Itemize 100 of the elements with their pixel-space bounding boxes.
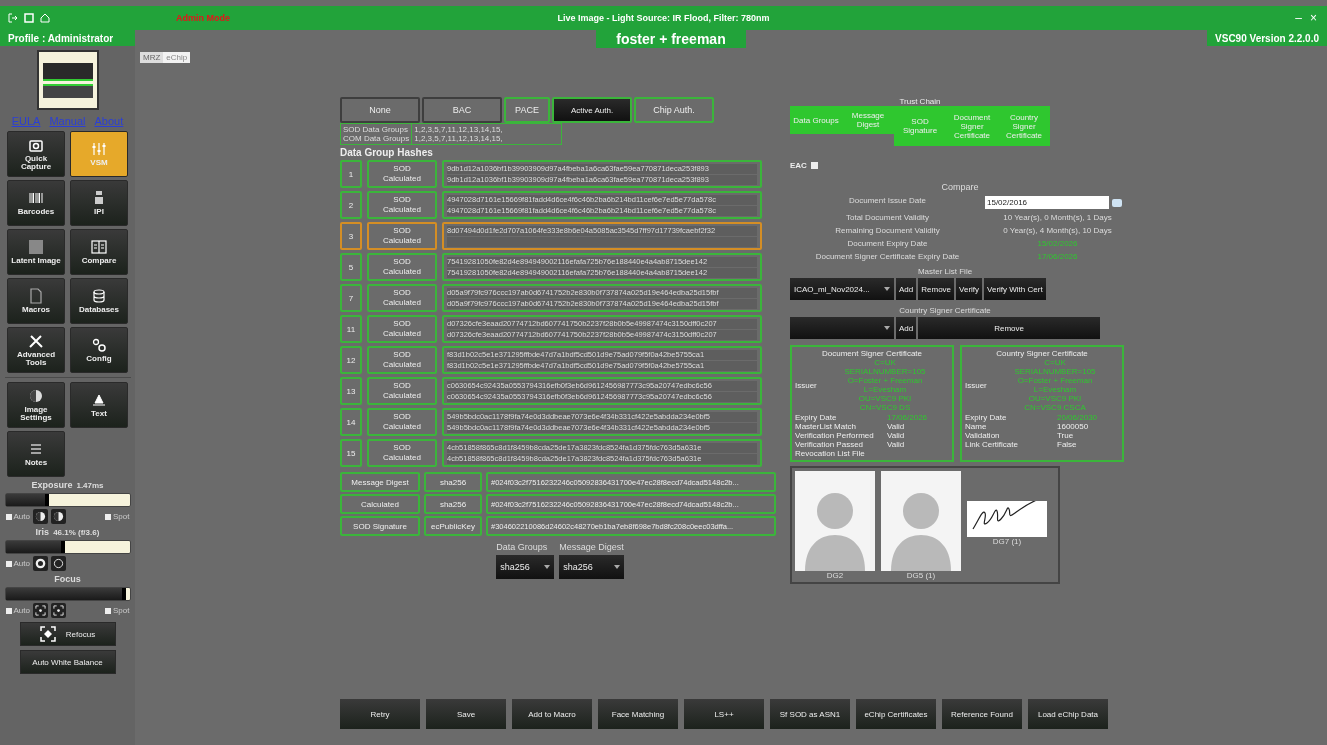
eac-checkbox[interactable]: EAC [790,161,818,170]
tool-button[interactable]: Notes [7,431,65,477]
slider-track[interactable] [4,540,131,554]
action-button[interactable]: Save [426,699,506,729]
action-button[interactable]: Reference Found [942,699,1022,729]
group-number: 5 [340,253,362,281]
tool-button[interactable]: Macros [7,278,65,324]
square-icon [28,238,44,255]
country-signer-button[interactable]: Remove [918,317,1100,339]
caret-icon [884,287,890,291]
slider-track[interactable] [4,493,131,507]
tool-button[interactable]: IPI [70,180,128,226]
action-button[interactable]: Add to Macro [512,699,592,729]
tool-button[interactable]: Config [70,327,128,373]
tool-button[interactable]: Text [70,382,128,428]
country-signer-button[interactable]: Add [896,317,917,339]
sod-label: SOD [393,319,411,329]
action-button[interactable]: Sf SOD as ASN1 [770,699,850,729]
compare-label: Document Expiry Date [846,239,929,248]
live-image-status: Live Image - Light Source: IR Flood, Filter: 780nm [557,13,770,23]
image-caption: DG2 [826,571,844,580]
caret-icon [613,565,620,569]
database-icon [91,287,107,304]
tool-button[interactable]: Compare [70,229,128,275]
master-list-button[interactable]: Verify With Cert [984,278,1046,300]
auth-tab[interactable]: Chip Auth. [634,97,714,123]
auto-checkbox[interactable]: Auto [5,606,30,615]
version-label: VSC90 Version 2.2.0.0 [1207,30,1327,46]
field-label: Link Certificate [965,440,1019,449]
field-label: Expiry Date [795,413,838,422]
master-list-button[interactable]: Add [896,278,917,300]
auth-tab[interactable]: BAC [422,97,502,123]
master-list-button[interactable]: Remove [918,278,955,300]
exit-icon[interactable] [8,13,18,23]
sod-label: SOD [393,443,411,453]
field-label: MasterList Match [795,422,857,431]
calendar-icon[interactable] [1112,198,1122,207]
home-icon[interactable] [40,13,50,23]
action-button[interactable]: LS++ [684,699,764,729]
action-button[interactable]: Retry [340,699,420,729]
certificate-title: Country Signer Certificate [995,349,1089,358]
tool-button[interactable]: Quick Capture [7,131,65,177]
field-label: Verification Performed [795,431,875,440]
focus-button[interactable] [50,603,66,618]
tool-button[interactable]: Image Settings [7,382,65,428]
calculated-label: Calculated [383,391,421,401]
calculated-label: Calculated [383,205,421,215]
date-field[interactable]: 15/02/2016 [985,196,1109,209]
ring-button[interactable] [50,556,66,571]
tool-button[interactable]: Barcodes [7,180,65,226]
issuer-line: O=Foster + Freeman [1017,376,1093,385]
control-title: Focus [54,574,81,584]
action-button[interactable]: Load eChip Data [1028,699,1108,729]
contrast-button[interactable] [50,509,66,524]
refocus-button[interactable]: Refocus [19,622,116,646]
field-label: Revocation List File [795,449,866,458]
group-number: 13 [340,377,362,405]
compare-label: Document Issue Date [848,196,927,207]
tool-button[interactable]: Advanced Tools [7,327,65,373]
contrast-button[interactable] [32,509,48,524]
action-button[interactable]: eChip Certificates [856,699,936,729]
calculated-label: Calculated [383,174,421,184]
data-groups-label: SOD Data Groups [343,125,409,134]
issuer-line: CN=VSC9 CSCA [1024,403,1086,412]
compare-value: 17/06/2026 [1036,252,1079,261]
slider-track[interactable] [4,587,131,601]
issuer-line: C=UK [1044,358,1066,367]
master-list-dropdown[interactable]: ICAO_ml_Nov2024... [790,278,894,300]
auth-tab[interactable]: Active Auth. [552,97,632,123]
window-icon[interactable] [24,13,34,23]
algorithm-dropdown[interactable]: sha256 [559,555,624,579]
issuer-line: SERIALNUMBER=105 [1014,367,1096,376]
algorithm-dropdown[interactable]: sha256 [496,555,555,579]
sod-label: SOD [393,381,411,391]
spot-checkbox[interactable]: Spot [105,606,130,615]
tool-button[interactable]: Databases [70,278,128,324]
view-tab[interactable]: MRZ [140,52,164,63]
focus-button[interactable] [32,603,48,618]
action-button[interactable]: Face Matching [598,699,678,729]
control-reading: 46.1% (f/3.6) [53,528,100,537]
master-list-button[interactable]: Verify [956,278,983,300]
issuer-line: C=UK [874,358,896,367]
auth-tab[interactable]: None [340,97,420,123]
compare-label: Document Signer Certificate Expiry Date [814,252,961,261]
issuer-line: OU=VSC9 PKI [858,394,912,403]
focus-target-icon [39,626,56,642]
settings-icon [91,336,107,353]
sliders-icon [91,140,107,157]
auto-balance-button[interactable]: Auto White Balance [19,650,116,674]
spot-checkbox[interactable]: Spot [105,512,130,521]
ring-button[interactable] [32,556,48,571]
auth-tab[interactable]: PACE [504,97,550,123]
auto-checkbox[interactable]: Auto [5,512,30,521]
certificate-title: Document Signer Certificate [820,349,923,358]
tool-button[interactable]: Latent Image [7,229,65,275]
master-list-title: Master List File [916,267,974,276]
profile-label: Profile : Administrator [0,30,135,46]
auto-checkbox[interactable]: Auto [5,559,30,568]
issuer-line: O=Foster + Freeman [847,376,923,385]
field-value: 20/06/2030 [1057,413,1099,422]
